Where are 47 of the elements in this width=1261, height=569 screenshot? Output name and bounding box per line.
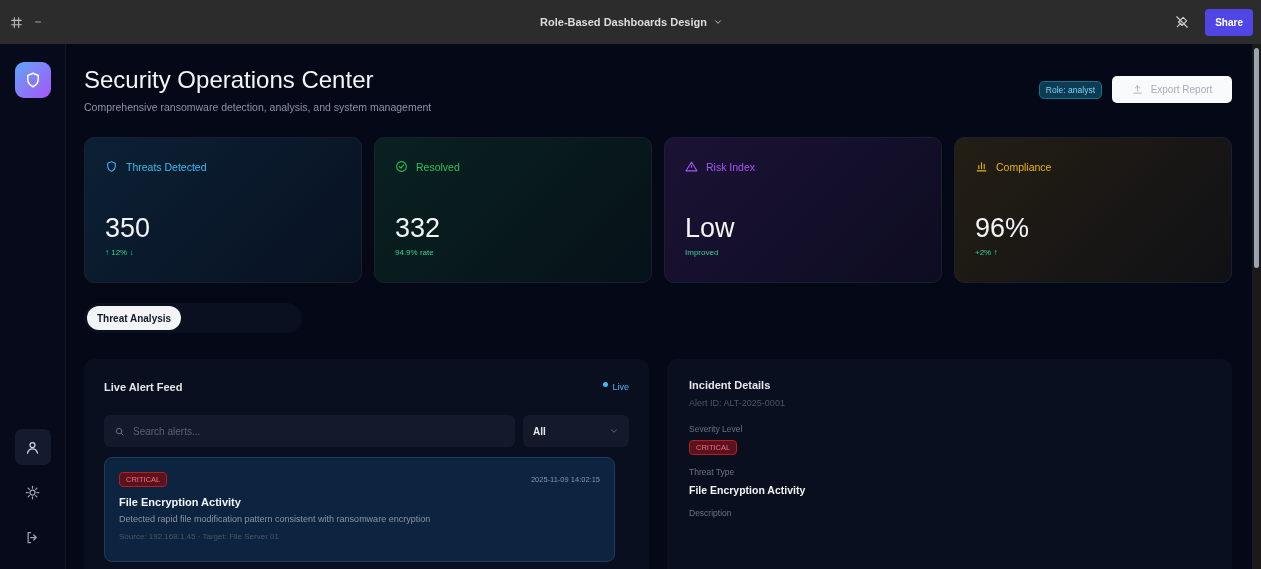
stat-value: 96% <box>975 213 1031 244</box>
scrollbar[interactable] <box>1252 44 1261 569</box>
field-label: Description <box>689 508 733 518</box>
live-indicator: Live <box>612 382 629 392</box>
live-dot-icon <box>603 382 609 387</box>
sidebar-item[interactable] <box>14 429 51 465</box>
chevron-down-icon <box>609 426 619 436</box>
shield-icon <box>105 160 118 173</box>
share-button[interactable]: Share <box>1205 8 1253 36</box>
page-subtitle: Comprehensive ransomware detection, analysis, and system management <box>84 101 432 113</box>
stat-change: 94.9% rate <box>395 248 435 257</box>
stat-value: 350 <box>105 213 152 244</box>
scrollbar-thumb[interactable] <box>1254 48 1259 268</box>
profile-icon <box>25 439 40 455</box>
field-value: File Encryption Activity <box>689 484 807 496</box>
document-title: Role-Based Dashboards Design <box>540 16 707 28</box>
caret-icon[interactable] <box>712 17 723 27</box>
field-label: Threat Type <box>689 467 736 477</box>
stat-label: Threats Detected <box>126 160 207 173</box>
panel-title: Incident Details <box>689 379 772 391</box>
page-title: Security Operations Center <box>84 66 375 94</box>
alert-description: Detected rapid file modification pattern consistent with ransomware encryption <box>119 514 432 524</box>
stat-change: Improved <box>685 248 720 257</box>
logout-icon <box>25 529 40 545</box>
upload-icon <box>1131 84 1143 95</box>
alert-title: File Encryption Activity <box>119 496 242 508</box>
stat-change: +2% ↑ <box>975 248 999 257</box>
stat-change: ↑ 12% ↓ <box>105 248 135 257</box>
panel-title: Live Alert Feed <box>104 381 183 393</box>
stat-value: Low <box>685 213 736 244</box>
bar-chart-icon <box>975 160 988 173</box>
crossed-pen-icon[interactable] <box>1175 15 1190 29</box>
stat-label: Resolved <box>416 160 460 173</box>
search-field[interactable]: Search alerts... <box>104 415 515 447</box>
check-circle-icon <box>395 160 408 173</box>
stat-label: Risk Index <box>706 160 756 173</box>
field-label: Severity Level <box>689 424 744 434</box>
stat-label: Compliance <box>996 160 1052 173</box>
warning-icon <box>685 160 698 173</box>
role-badge: Role: analyst <box>1038 80 1102 99</box>
frame-tool-icon[interactable] <box>10 15 23 29</box>
search-icon <box>114 426 125 437</box>
settings-icon <box>25 484 40 500</box>
alert-id: Alert ID: ALT-2025-0001 <box>689 398 786 408</box>
tab[interactable]: Threat Analysis <box>87 306 182 330</box>
stat-value: 332 <box>395 213 442 244</box>
filter-dropdown[interactable]: All <box>523 415 629 447</box>
